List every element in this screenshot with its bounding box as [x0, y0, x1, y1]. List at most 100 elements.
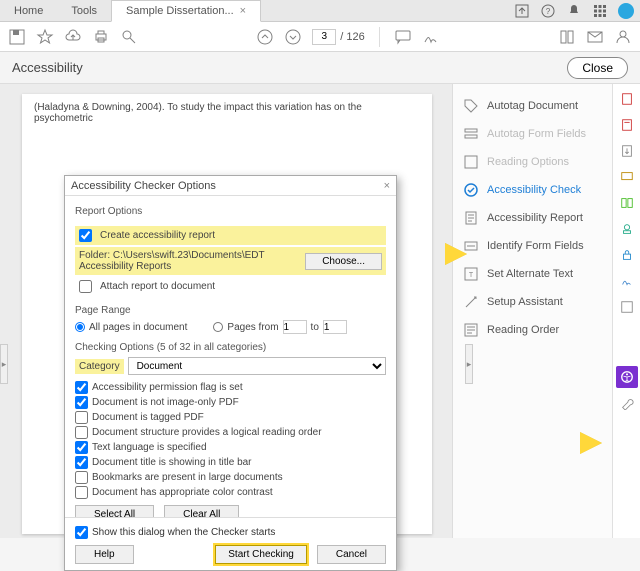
accessibility-tools-panel: Autotag Document Autotag Form Fields Rea… [452, 84, 612, 538]
search-icon[interactable] [120, 28, 138, 46]
share-icon[interactable] [514, 3, 530, 19]
print-icon[interactable] [92, 28, 110, 46]
all-pages-label: All pages in document [89, 322, 187, 333]
rail-edit-icon[interactable] [616, 114, 638, 136]
annotation-arrow-check [445, 243, 467, 265]
rail-organize-icon[interactable] [616, 192, 638, 214]
bell-icon[interactable] [566, 3, 582, 19]
form-fields-icon [463, 126, 479, 142]
chk-text-language[interactable] [75, 441, 88, 454]
rp-set-alternate-text[interactable]: TSet Alternate Text [453, 260, 612, 288]
section-checking-options: Checking Options (5 of 32 in all categor… [75, 342, 386, 353]
rail-comment-icon[interactable] [616, 166, 638, 188]
reading-options-icon [463, 154, 479, 170]
rail-accessibility-icon[interactable] [616, 366, 638, 388]
rp-setup-assistant[interactable]: Setup Assistant [453, 288, 612, 316]
tab-close-icon[interactable]: × [240, 5, 246, 17]
category-select[interactable]: Document [128, 357, 386, 375]
avatar[interactable] [618, 3, 634, 19]
choose-folder-button[interactable]: Choose... [305, 253, 382, 270]
attach-report-checkbox[interactable] [79, 280, 92, 293]
chk-tagged-pdf[interactable] [75, 411, 88, 424]
page-total: / 126 [340, 31, 364, 43]
svg-text:?: ? [546, 7, 551, 16]
report-icon [463, 210, 479, 226]
cloud-upload-icon[interactable] [64, 28, 82, 46]
wand-icon [463, 294, 479, 310]
reading-order-icon [463, 322, 479, 338]
right-icon-rail [612, 84, 640, 538]
rail-export-icon[interactable] [616, 140, 638, 162]
top-right-icons: ? [514, 0, 634, 22]
person-icon[interactable] [614, 28, 632, 46]
rail-stamp-icon[interactable] [616, 218, 638, 240]
page-up-icon[interactable] [256, 28, 274, 46]
chk-color-contrast[interactable] [75, 486, 88, 499]
rail-more-icon[interactable] [616, 296, 638, 318]
attach-report-label: Attach report to document [100, 281, 215, 292]
apps-icon[interactable] [592, 3, 608, 19]
page-current-input[interactable] [312, 29, 336, 45]
rp-accessibility-report[interactable]: Accessibility Report [453, 204, 612, 232]
panel-title: Accessibility [12, 60, 83, 75]
page-from-input[interactable] [283, 320, 307, 334]
chk-title-bar[interactable] [75, 456, 88, 469]
tab-document[interactable]: Sample Dissertation... × [111, 0, 261, 22]
page-down-icon[interactable] [284, 28, 302, 46]
create-report-label: Create accessibility report [100, 230, 215, 241]
right-rail-toggle[interactable]: ▸ [465, 344, 473, 384]
page-indicator: / 126 [312, 29, 364, 45]
show-dialog-checkbox[interactable] [75, 526, 88, 539]
page-thumbs-icon[interactable] [558, 28, 576, 46]
accessibility-panel-header: Accessibility Close [0, 52, 640, 84]
page-to-input[interactable] [323, 320, 347, 334]
start-checking-button[interactable]: Start Checking [215, 545, 307, 564]
save-icon[interactable] [8, 28, 26, 46]
star-icon[interactable] [36, 28, 54, 46]
rp-reading-order[interactable]: Reading Order [453, 316, 612, 344]
rail-tools-icon[interactable] [616, 392, 638, 414]
annotation-arrow-accessibility-rail [580, 432, 602, 454]
tab-bar: Home Tools Sample Dissertation... × ? [0, 0, 640, 22]
chk-image-only[interactable] [75, 396, 88, 409]
main-area: ▸ (Haladyna & Downing, 2004). To study t… [0, 84, 640, 538]
select-all-button[interactable]: Select All [75, 505, 154, 517]
rail-lock-icon[interactable] [616, 244, 638, 266]
chk-permission-flag[interactable] [75, 381, 88, 394]
radio-all-pages[interactable] [75, 322, 85, 332]
rail-create-icon[interactable] [616, 88, 638, 110]
toolbar: / 126 [0, 22, 640, 52]
pages-from-label: Pages from [227, 322, 278, 333]
tab-tools[interactable]: Tools [57, 1, 111, 21]
comment-icon[interactable] [394, 28, 412, 46]
create-report-checkbox[interactable] [79, 229, 92, 242]
rp-accessibility-check[interactable]: Accessibility Check [453, 176, 612, 204]
category-label: Category [75, 359, 124, 374]
left-rail-toggle[interactable]: ▸ [0, 344, 8, 384]
radio-pages-from[interactable] [213, 322, 223, 332]
section-report-options: Report Options [75, 206, 386, 217]
rp-autotag-form-fields[interactable]: Autotag Form Fields [453, 120, 612, 148]
check-circle-icon [463, 182, 479, 198]
svg-text:T: T [469, 272, 474, 279]
tab-home[interactable]: Home [0, 1, 57, 21]
dialog-title: Accessibility Checker Options [71, 180, 216, 192]
clear-all-button[interactable]: Clear All [164, 505, 239, 517]
rp-reading-options[interactable]: Reading Options [453, 148, 612, 176]
chk-bookmarks[interactable] [75, 471, 88, 484]
mail-icon[interactable] [586, 28, 604, 46]
alt-text-icon: T [463, 266, 479, 282]
help-icon[interactable]: ? [540, 3, 556, 19]
cancel-button[interactable]: Cancel [317, 545, 386, 564]
rail-sign-icon[interactable] [616, 270, 638, 292]
tab-document-label: Sample Dissertation... [126, 5, 234, 17]
tag-icon [463, 98, 479, 114]
folder-path: Folder: C:\Users\swift.23\Documents\EDT … [79, 250, 305, 272]
rp-autotag-document[interactable]: Autotag Document [453, 92, 612, 120]
close-button[interactable]: Close [567, 57, 628, 79]
sign-icon[interactable] [422, 28, 440, 46]
help-button[interactable]: Help [75, 545, 134, 564]
dialog-close-icon[interactable]: × [384, 180, 390, 192]
rp-identify-form-fields[interactable]: Identify Form Fields [453, 232, 612, 260]
chk-logical-order[interactable] [75, 426, 88, 439]
